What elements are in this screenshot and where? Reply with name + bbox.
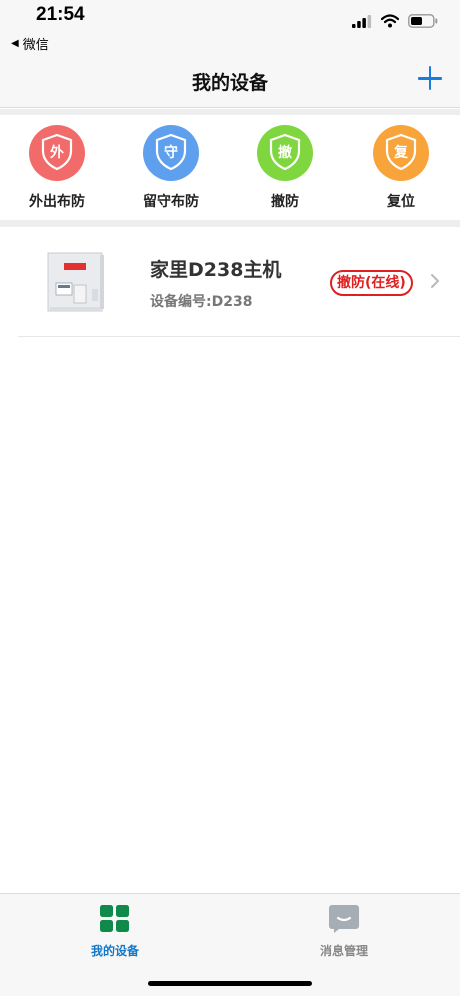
status-icons	[352, 14, 438, 28]
quick-actions: 外 外出布防 守 留守布防 撤 撤防 复 复位	[0, 115, 460, 220]
reset-button[interactable]: 复 复位	[351, 125, 451, 211]
chevron-right-icon	[431, 274, 439, 288]
disarm-button[interactable]: 撤 撤防	[235, 125, 335, 211]
tab-label: 我的设备	[90, 944, 139, 958]
page-title: 我的设备	[191, 72, 268, 94]
action-label: 复位	[387, 194, 415, 210]
add-device-button[interactable]	[418, 66, 442, 90]
action-circle: 守	[143, 125, 199, 181]
device-list-item[interactable]: 家里D238主机 设备编号:D238 撤防(在线)	[0, 227, 460, 337]
action-badge: 守	[164, 145, 178, 161]
action-label: 留守布防	[143, 194, 199, 210]
action-badge: 复	[394, 145, 408, 161]
signal-icon	[352, 14, 372, 28]
back-app-label: 微信	[22, 38, 49, 53]
status-bar: 21:54 ◀ 微信	[0, 0, 460, 56]
action-badge: 撤	[278, 145, 292, 161]
device-serial: 设备编号:D238	[150, 294, 253, 310]
back-triangle-icon: ◀	[11, 38, 19, 49]
action-circle: 外	[29, 125, 85, 181]
section-gap	[0, 220, 460, 227]
nav-bar: 我的设备	[0, 56, 460, 108]
action-circle: 复	[373, 125, 429, 181]
message-icon	[329, 905, 359, 933]
status-badge: 撤防(在线)	[330, 270, 413, 296]
home-indicator	[148, 981, 312, 986]
tab-my-devices[interactable]: 我的设备	[55, 904, 175, 959]
wifi-icon	[381, 14, 399, 28]
grid-icon	[100, 905, 129, 932]
action-badge: 外	[50, 145, 64, 161]
back-to-app-link[interactable]: ◀ 微信	[11, 34, 49, 53]
alarm-panel-image	[47, 252, 104, 312]
stay-arm-button[interactable]: 守 留守布防	[121, 125, 221, 211]
screen: 21:54 ◀ 微信 我的设备 外 外出布防 守 留守布防 撤 撤防 复 复位 …	[0, 0, 460, 996]
clock: 21:54	[36, 4, 85, 25]
tab-messages[interactable]: 消息管理	[284, 904, 404, 959]
away-arm-button[interactable]: 外 外出布防	[7, 125, 107, 211]
battery-icon	[408, 14, 438, 28]
action-label: 外出布防	[29, 194, 85, 210]
tab-label: 消息管理	[319, 944, 368, 958]
action-label: 撤防	[271, 194, 299, 210]
divider	[18, 336, 460, 337]
device-name: 家里D238主机	[150, 259, 282, 281]
action-circle: 撤	[257, 125, 313, 181]
